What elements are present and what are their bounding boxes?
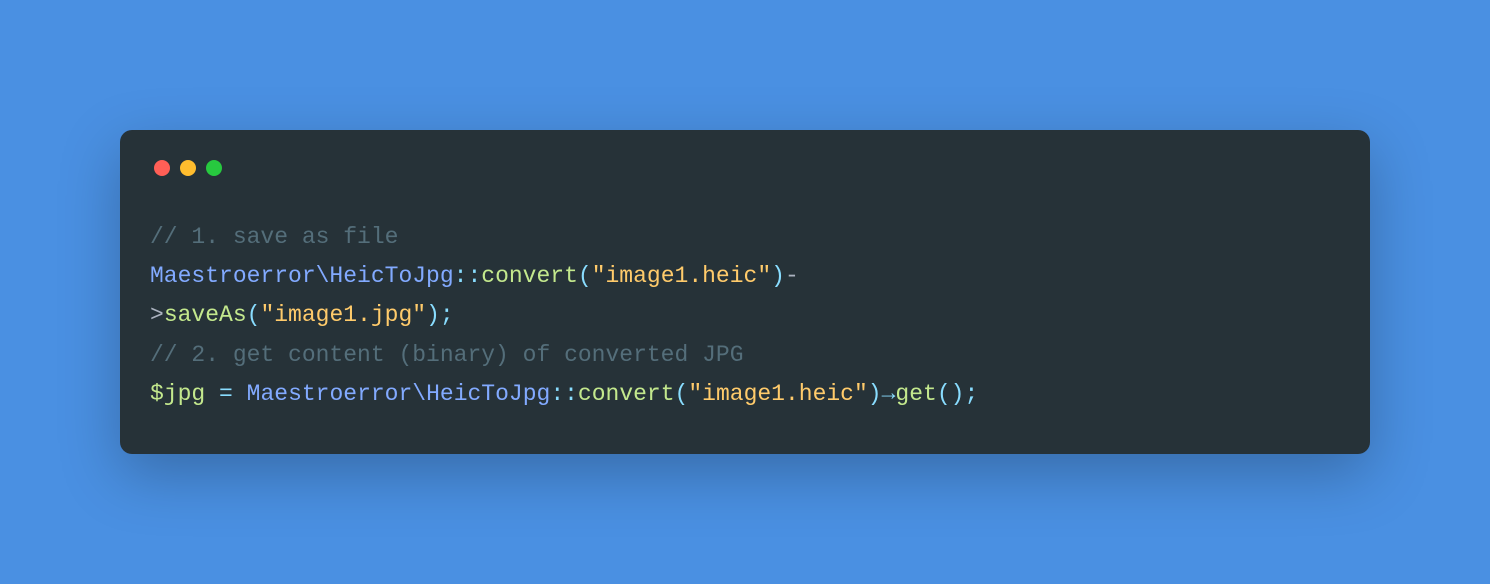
close-icon[interactable]	[154, 160, 170, 176]
code-punct: )	[426, 302, 440, 328]
code-function: convert	[481, 263, 578, 289]
minimize-icon[interactable]	[180, 160, 196, 176]
code-punct: =	[219, 381, 233, 407]
maximize-icon[interactable]	[206, 160, 222, 176]
code-function: saveAs	[164, 302, 247, 328]
code-comment: // 2. get content (binary) of converted …	[150, 342, 744, 368]
code-text: >	[150, 302, 164, 328]
code-text: -	[785, 263, 799, 289]
code-content: // 1. save as file Maestroerror\HeicToJp…	[150, 218, 1340, 413]
code-punct: ;	[964, 381, 978, 407]
code-function: convert	[578, 381, 675, 407]
code-string: "image1.jpg"	[260, 302, 426, 328]
code-namespace: Maestroerror\HeicToJpg	[247, 381, 551, 407]
code-function: get	[895, 381, 936, 407]
code-punct: ;	[440, 302, 454, 328]
code-window: // 1. save as file Maestroerror\HeicToJp…	[120, 130, 1370, 453]
code-punct: (	[675, 381, 689, 407]
code-punct: )	[868, 381, 882, 407]
code-punct: (	[578, 263, 592, 289]
code-string: "image1.heic"	[592, 263, 771, 289]
code-text	[233, 381, 247, 407]
code-punct: (	[247, 302, 261, 328]
code-punct: ::	[550, 381, 578, 407]
code-punct: )	[951, 381, 965, 407]
code-punct: ::	[454, 263, 482, 289]
code-variable: $jpg	[150, 381, 205, 407]
code-string: "image1.heic"	[688, 381, 867, 407]
window-titlebar	[154, 160, 1340, 176]
code-punct: )	[771, 263, 785, 289]
code-comment: // 1. save as file	[150, 224, 398, 250]
code-text	[205, 381, 219, 407]
arrow-icon: →	[882, 381, 896, 407]
code-namespace: Maestroerror\HeicToJpg	[150, 263, 454, 289]
code-punct: (	[937, 381, 951, 407]
